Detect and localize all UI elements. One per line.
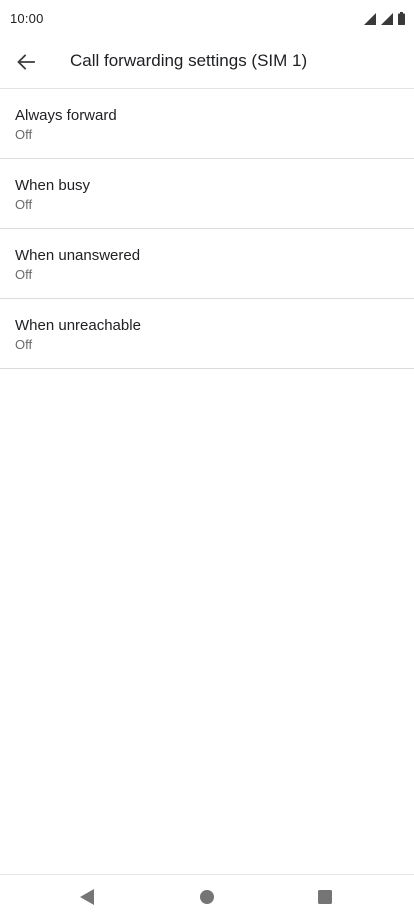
home-circle-icon [200,890,214,904]
status-time: 10:00 [10,11,44,26]
app-bar: Call forwarding settings (SIM 1) [0,38,414,88]
setting-summary: Off [15,267,33,282]
setting-always-forward[interactable]: Always forward Off [0,89,414,159]
nav-home-button[interactable] [192,885,222,909]
setting-title: When unreachable [15,317,141,334]
setting-summary: Off [15,337,33,352]
setting-title: When busy [15,177,91,194]
setting-summary: Off [15,197,33,212]
nav-back-button[interactable] [72,885,102,909]
back-button[interactable] [6,40,46,84]
setting-title: When unanswered [15,247,141,264]
recents-square-icon [318,890,332,904]
page-title: Call forwarding settings (SIM 1) [70,51,308,70]
setting-summary: Off [15,127,33,142]
settings-list: Always forward Off When busy Off When un… [0,88,414,369]
back-triangle-icon [80,889,94,905]
battery-icon [398,12,405,25]
signal-icon [364,13,376,25]
arrow-back-icon [17,54,35,70]
setting-when-busy[interactable]: When busy Off [0,159,414,229]
status-icons [364,12,405,25]
navigation-bar [0,874,414,920]
status-bar: 10:00 [0,0,414,38]
setting-when-unanswered[interactable]: When unanswered Off [0,229,414,299]
setting-title: Always forward [15,107,117,124]
signal-icon [381,13,393,25]
setting-when-unreachable[interactable]: When unreachable Off [0,299,414,369]
nav-recents-button[interactable] [310,885,340,909]
